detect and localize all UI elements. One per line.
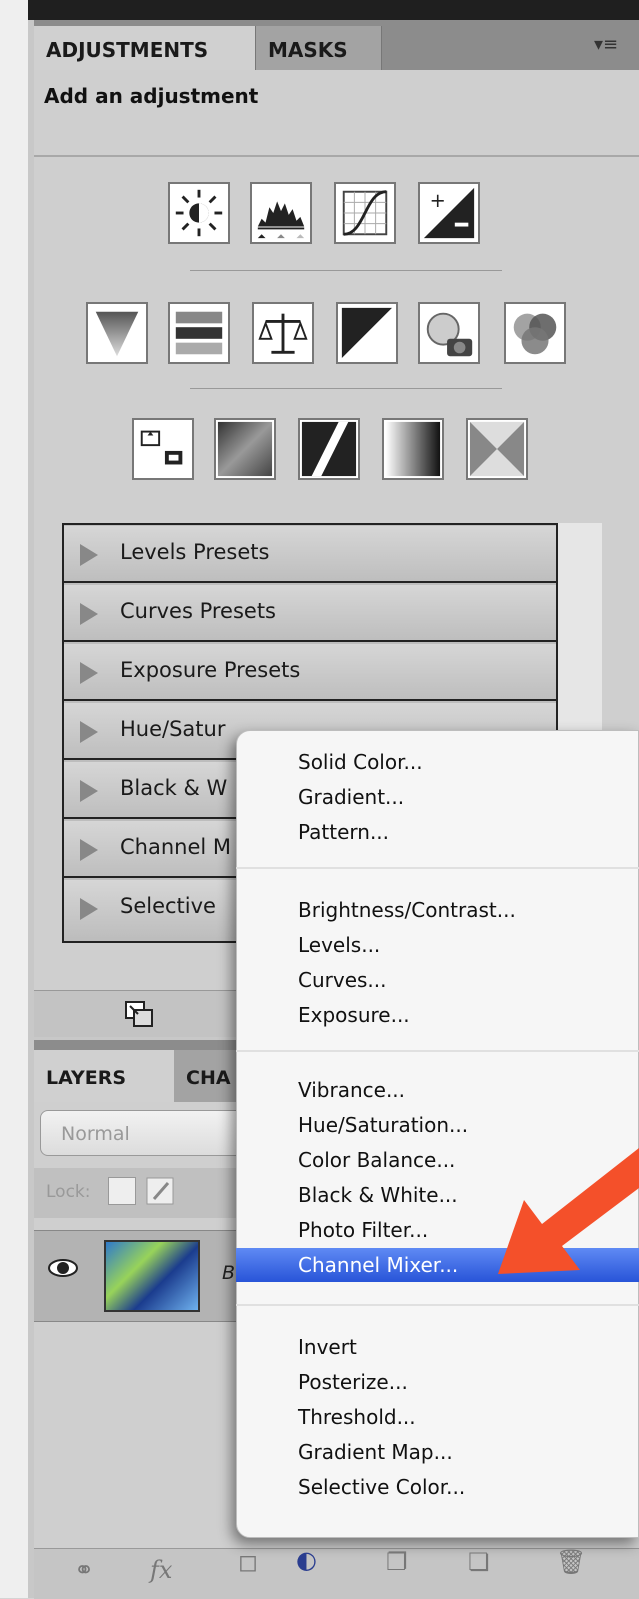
menu-item-levels[interactable]: Levels... <box>236 928 639 962</box>
selective-color-icon[interactable] <box>466 418 528 480</box>
adjustments-header: Add an adjustment <box>44 84 259 108</box>
fx-icon[interactable]: fx <box>150 1556 172 1584</box>
tab-masks[interactable]: MASKS <box>256 26 382 70</box>
eye-icon[interactable] <box>46 1255 80 1281</box>
disclosure-triangle-icon <box>80 839 98 861</box>
blend-mode-select[interactable]: Normal <box>40 1110 260 1156</box>
exposure-icon[interactable]: + <box>418 182 480 244</box>
disclosure-triangle-icon <box>80 544 98 566</box>
add-mask-icon[interactable]: ◻ <box>238 1548 258 1576</box>
tab-adjustments[interactable]: ADJUSTMENTS <box>34 26 256 70</box>
menu-item-curves[interactable]: Curves... <box>236 963 639 997</box>
annotation-arrow-icon <box>498 1148 639 1274</box>
curves-icon[interactable] <box>334 182 396 244</box>
icon-row-divider <box>190 270 502 271</box>
black-white-icon[interactable] <box>336 302 398 364</box>
channel-mixer-icon[interactable] <box>504 302 566 364</box>
clip-to-layer-icon[interactable] <box>124 1000 154 1028</box>
preset-curves[interactable]: Curves Presets <box>64 585 556 642</box>
threshold-icon[interactable] <box>298 418 360 480</box>
photo-filter-icon[interactable] <box>418 302 480 364</box>
menu-item-pattern[interactable]: Pattern... <box>236 815 639 849</box>
color-balance-icon[interactable] <box>252 302 314 364</box>
hue-saturation-icon[interactable] <box>168 302 230 364</box>
menu-separator <box>236 1050 639 1052</box>
menu-item-vibrance[interactable]: Vibrance... <box>236 1073 639 1107</box>
disclosure-triangle-icon <box>80 603 98 625</box>
menu-item-gradient-map[interactable]: Gradient Map... <box>236 1435 639 1469</box>
layers-footer <box>34 1548 639 1599</box>
preset-exposure[interactable]: Exposure Presets <box>64 644 556 701</box>
menu-separator <box>236 1304 639 1306</box>
brightness-contrast-icon[interactable] <box>168 182 230 244</box>
disclosure-triangle-icon <box>80 780 98 802</box>
layer-thumbnail[interactable] <box>104 1240 200 1312</box>
menu-item-gradient[interactable]: Gradient... <box>236 780 639 814</box>
desktop-edge <box>0 0 28 1598</box>
invert-icon[interactable] <box>132 418 194 480</box>
panel-menu-icon[interactable]: ▾≡ <box>594 34 630 58</box>
lock-label: Lock: <box>46 1182 91 1202</box>
vibrance-icon[interactable] <box>86 302 148 364</box>
menu-item-threshold[interactable]: Threshold... <box>236 1400 639 1434</box>
posterize-icon[interactable] <box>214 418 276 480</box>
preset-levels[interactable]: Levels Presets <box>64 526 556 583</box>
menu-item-invert[interactable]: Invert <box>236 1330 639 1364</box>
disclosure-triangle-icon <box>80 898 98 920</box>
gradient-map-icon[interactable] <box>382 418 444 480</box>
menu-item-exposure[interactable]: Exposure... <box>236 998 639 1032</box>
menu-item-solid-color[interactable]: Solid Color... <box>236 745 639 779</box>
new-adjustment-layer-icon[interactable]: ◐ <box>296 1546 317 1574</box>
svg-text:+: + <box>430 189 446 212</box>
lock-pixels-icon[interactable] <box>146 1177 174 1205</box>
lock-transparency-icon[interactable] <box>108 1177 136 1205</box>
trash-icon[interactable]: 🗑 <box>556 1548 586 1576</box>
link-layers-icon[interactable]: ⚭ <box>74 1556 94 1584</box>
menu-item-posterize[interactable]: Posterize... <box>236 1365 639 1399</box>
layer-name: B <box>222 1262 236 1284</box>
icon-row-divider <box>190 388 502 389</box>
menu-separator <box>236 867 639 869</box>
disclosure-triangle-icon <box>80 662 98 684</box>
disclosure-triangle-icon <box>80 721 98 743</box>
menu-item-brightness-contrast[interactable]: Brightness/Contrast... <box>236 893 639 927</box>
header-divider <box>34 155 639 157</box>
tab-layers[interactable]: LAYERS <box>34 1050 174 1102</box>
new-group-icon[interactable]: ❐ <box>386 1548 408 1576</box>
panel-title-bar <box>28 0 639 20</box>
levels-icon[interactable] <box>250 182 312 244</box>
menu-item-selective-color[interactable]: Selective Color... <box>236 1470 639 1504</box>
new-layer-icon[interactable]: ❏ <box>468 1548 490 1576</box>
